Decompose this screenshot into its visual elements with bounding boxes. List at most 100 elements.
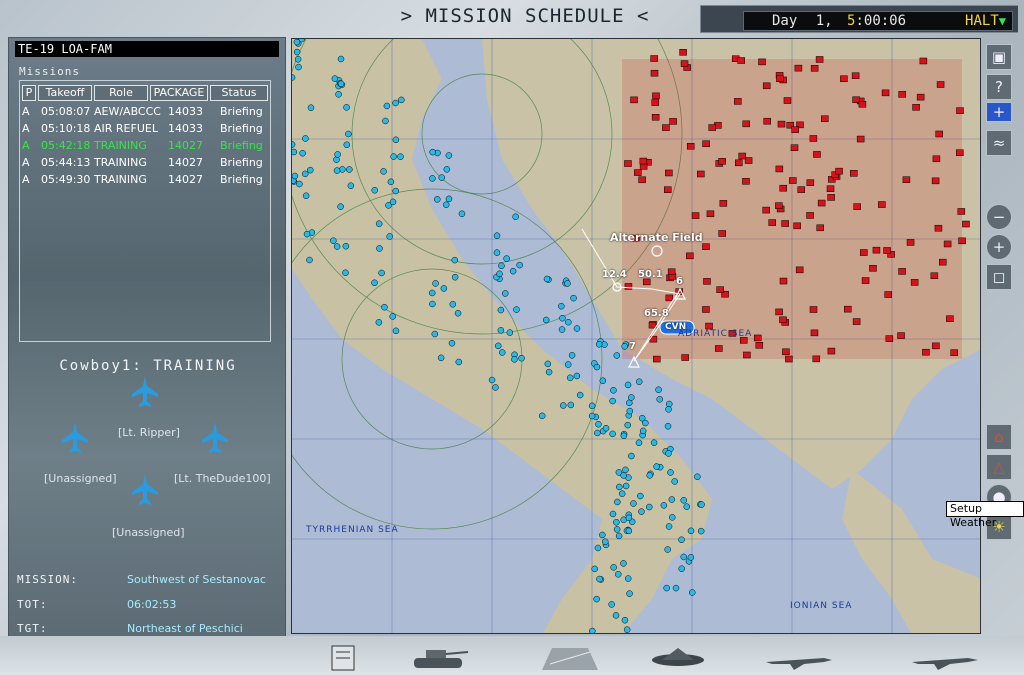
enemy-site-icon[interactable] [902, 176, 911, 183]
friendly-site-icon[interactable] [454, 309, 462, 317]
enemy-site-icon[interactable] [702, 140, 710, 148]
enemy-site-icon[interactable] [624, 160, 632, 167]
friendly-site-icon[interactable] [664, 546, 671, 553]
enemy-site-icon[interactable] [932, 155, 941, 163]
enemy-site-icon[interactable] [776, 75, 784, 82]
enemy-site-icon[interactable] [946, 315, 954, 322]
friendly-site-icon[interactable] [568, 352, 576, 359]
friendly-site-icon[interactable] [389, 198, 397, 206]
enemy-site-icon[interactable] [809, 135, 818, 142]
friendly-site-icon[interactable] [303, 230, 311, 238]
friendly-site-icon[interactable] [342, 269, 349, 277]
threat-ring-2-icon[interactable]: △ [986, 454, 1012, 480]
friendly-site-icon[interactable] [376, 245, 383, 252]
enemy-site-icon[interactable] [919, 57, 928, 65]
enemy-site-icon[interactable] [665, 294, 674, 302]
enemy-site-icon[interactable] [816, 224, 825, 232]
tank-icon[interactable] [410, 644, 470, 672]
friendly-site-icon[interactable] [392, 136, 400, 144]
friendly-site-icon[interactable] [337, 80, 345, 88]
friendly-site-icon[interactable] [343, 104, 350, 111]
enemy-site-icon[interactable] [686, 143, 695, 150]
friendly-site-icon[interactable] [503, 255, 510, 262]
friendly-site-icon[interactable] [609, 397, 616, 405]
friendly-site-icon[interactable] [694, 473, 701, 481]
enemy-site-icon[interactable] [715, 345, 723, 352]
friendly-site-icon[interactable] [688, 589, 696, 596]
enemy-site-icon[interactable] [827, 347, 836, 355]
friendly-site-icon[interactable] [678, 536, 685, 544]
enemy-site-icon[interactable] [881, 89, 890, 97]
strike-fighter-icon[interactable] [910, 644, 980, 672]
friendly-site-icon[interactable] [622, 482, 630, 490]
enemy-site-icon[interactable] [898, 91, 906, 98]
friendly-site-icon[interactable] [451, 273, 459, 281]
enemy-site-icon[interactable] [935, 130, 943, 138]
friendly-site-icon[interactable] [594, 429, 601, 437]
friendly-site-icon[interactable] [697, 527, 705, 535]
friendly-site-icon[interactable] [664, 422, 672, 430]
friendly-site-icon[interactable] [458, 210, 466, 218]
enemy-site-icon[interactable] [795, 266, 804, 274]
friendly-site-icon[interactable] [588, 412, 596, 420]
friendly-site-icon[interactable] [655, 386, 662, 394]
enemy-site-icon[interactable] [852, 96, 860, 104]
friendly-site-icon[interactable] [628, 452, 635, 460]
friendly-site-icon[interactable] [440, 285, 448, 292]
enemy-site-icon[interactable] [860, 249, 868, 256]
friendly-site-icon[interactable] [375, 319, 383, 326]
friendly-site-icon[interactable] [392, 187, 399, 195]
friendly-site-icon[interactable] [615, 532, 623, 540]
friendly-site-icon[interactable] [616, 483, 623, 491]
path-icon[interactable]: ≈ [986, 130, 1012, 156]
friendly-site-icon[interactable] [570, 294, 577, 302]
enemy-site-icon[interactable] [779, 184, 788, 192]
friendly-site-icon[interactable] [542, 316, 550, 324]
friendly-site-icon[interactable] [335, 91, 342, 98]
friendly-site-icon[interactable] [383, 102, 391, 110]
jet-slot-1-icon[interactable] [131, 376, 159, 408]
enemy-site-icon[interactable] [781, 220, 789, 227]
enemy-site-icon[interactable] [762, 82, 771, 90]
friendly-site-icon[interactable] [506, 329, 514, 336]
column-p[interactable]: P [22, 85, 36, 101]
friendly-site-icon[interactable] [687, 554, 695, 561]
friendly-site-icon[interactable] [386, 233, 393, 240]
friendly-site-icon[interactable] [614, 498, 621, 506]
friendly-site-icon[interactable] [438, 174, 446, 181]
friendly-site-icon[interactable] [434, 196, 441, 203]
enemy-site-icon[interactable] [810, 65, 819, 72]
enemy-site-icon[interactable] [662, 124, 670, 131]
friendly-site-icon[interactable] [621, 616, 629, 624]
friendly-site-icon[interactable] [295, 63, 302, 71]
friendly-site-icon[interactable] [564, 361, 572, 368]
friendly-site-icon[interactable] [593, 595, 600, 603]
friendly-site-icon[interactable] [448, 340, 456, 347]
friendly-site-icon[interactable] [302, 135, 309, 142]
enemy-site-icon[interactable] [653, 355, 661, 363]
enemy-site-icon[interactable] [806, 179, 815, 186]
friendly-site-icon[interactable] [683, 503, 691, 510]
enemy-site-icon[interactable] [850, 170, 858, 177]
friendly-site-icon[interactable] [668, 496, 676, 503]
enemy-site-icon[interactable] [718, 230, 726, 237]
friendly-site-icon[interactable] [371, 279, 378, 287]
friendly-site-icon[interactable] [307, 104, 315, 111]
pilot-slot-3[interactable]: [Lt. TheDude100] [174, 472, 271, 485]
friendly-site-icon[interactable] [437, 354, 445, 362]
enemy-site-icon[interactable] [651, 99, 660, 106]
enemy-site-icon[interactable] [958, 237, 966, 245]
friendly-site-icon[interactable] [432, 280, 439, 287]
friendly-site-icon[interactable] [588, 402, 596, 410]
friendly-site-icon[interactable] [639, 427, 647, 435]
friendly-site-icon[interactable] [602, 425, 610, 432]
friendly-site-icon[interactable] [665, 450, 672, 457]
friendly-site-icon[interactable] [545, 368, 553, 376]
enemy-site-icon[interactable] [883, 247, 891, 254]
enemy-site-icon[interactable] [817, 199, 826, 207]
enemy-site-icon[interactable] [775, 165, 784, 173]
friendly-site-icon[interactable] [614, 571, 622, 578]
friendly-site-icon[interactable] [564, 280, 571, 287]
enemy-site-icon[interactable] [681, 354, 689, 361]
friendly-site-icon[interactable] [445, 195, 453, 203]
